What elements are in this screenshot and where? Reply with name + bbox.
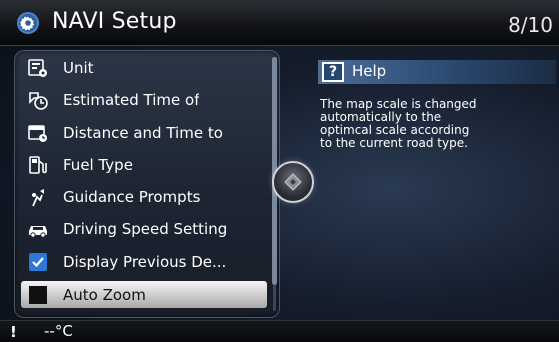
help-panel: ? Help The map scale is changed automati… [318, 50, 556, 318]
page-title: NAVI Setup [52, 9, 177, 34]
guidance-prompts-icon [27, 186, 49, 208]
menu-item-label: Guidance Prompts [63, 188, 201, 206]
distance-time-icon [27, 122, 49, 144]
help-text: The map scale is changed automatically t… [320, 98, 545, 150]
checkbox-checked-icon[interactable] [27, 251, 49, 273]
checkbox-unchecked-icon[interactable] [27, 284, 49, 306]
estimated-time-icon [27, 89, 49, 111]
menu-item-display-previous[interactable]: Display Previous De... [21, 247, 267, 277]
help-title: Help [352, 62, 387, 80]
help-line: to the current road type. [320, 136, 468, 150]
help-header: ? Help [318, 60, 556, 84]
help-icon: ? [322, 62, 344, 82]
panel-switch-button[interactable] [272, 161, 314, 203]
menu-item-fuel-type[interactable]: Fuel Type [21, 150, 267, 180]
menu-item-guidance-prompts[interactable]: Guidance Prompts [21, 182, 267, 212]
menu-item-unit[interactable]: Unit [21, 53, 267, 83]
menu-item-label: Display Previous De... [63, 253, 227, 271]
menu-item-label: Estimated Time of [63, 91, 200, 109]
alert-icon: ! [10, 323, 17, 341]
temperature-readout: --°C [44, 322, 73, 340]
status-bar: ! --°C [0, 320, 559, 342]
diamond-arrows-icon [284, 173, 302, 191]
page-indicator: 8/10 [508, 13, 553, 37]
car-icon [27, 218, 49, 240]
menu-item-auto-zoom[interactable]: Auto Zoom [21, 281, 267, 308]
settings-list: Unit Estimated Time of Distance and Time… [14, 50, 280, 318]
menu-item-label: Distance and Time to [63, 124, 223, 142]
title-bar: NAVI Setup 8/10 [0, 0, 559, 46]
fuel-icon [27, 154, 49, 176]
menu-item-label: Driving Speed Setting [63, 220, 228, 238]
menu-item-label: Unit [63, 59, 94, 77]
menu-item-label: Auto Zoom [63, 285, 146, 304]
menu-item-label: Fuel Type [63, 156, 133, 174]
menu-item-distance-time[interactable]: Distance and Time to [21, 118, 267, 148]
navi-setup-screen: NAVI Setup 8/10 Unit Estimated Time of D… [0, 0, 559, 342]
menu-item-driving-speed[interactable]: Driving Speed Setting [21, 214, 267, 244]
unit-icon [27, 57, 49, 79]
gear-icon [16, 11, 40, 35]
menu-item-estimated-time[interactable]: Estimated Time of [21, 85, 267, 115]
